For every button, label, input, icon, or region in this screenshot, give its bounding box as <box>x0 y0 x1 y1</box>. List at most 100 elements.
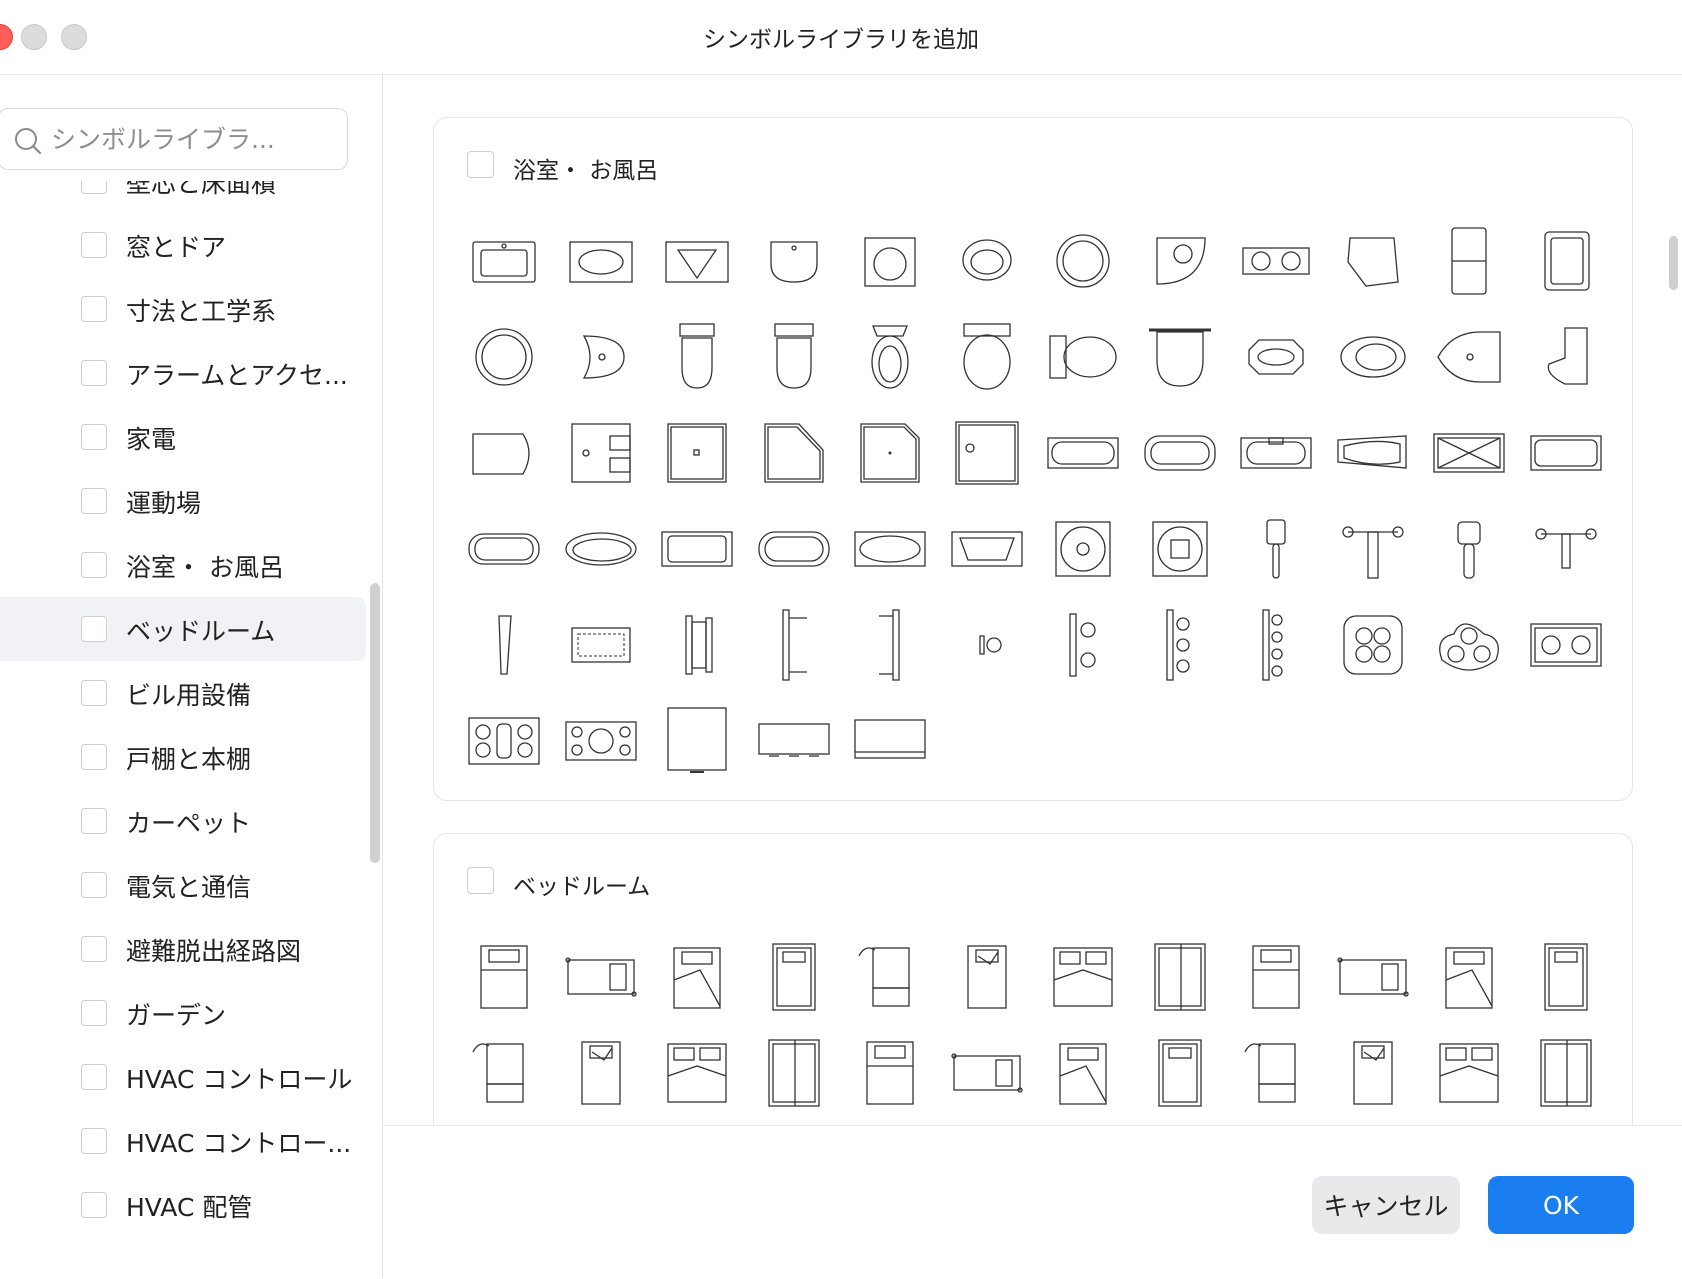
sink-half-round-symbol[interactable] <box>561 317 641 397</box>
bathtub-grid-symbol[interactable] <box>1429 413 1509 493</box>
drain-grid-symbol[interactable] <box>1140 509 1220 589</box>
category-item[interactable]: 窓とドア <box>0 213 366 277</box>
category-checkbox[interactable] <box>81 1128 107 1154</box>
sink-round-small-symbol[interactable] <box>947 221 1027 301</box>
category-checkbox[interactable] <box>81 936 107 962</box>
bed-round-b-symbol[interactable] <box>1526 1033 1606 1113</box>
faucet-single-symbol[interactable] <box>1236 509 1316 589</box>
cancel-button[interactable]: キャンセル <box>1312 1176 1460 1234</box>
shower-head-symbol[interactable] <box>464 605 544 685</box>
bed-desk-symbol[interactable] <box>561 937 641 1017</box>
category-item[interactable]: 浴室・ お風呂 <box>0 533 366 597</box>
category-item[interactable]: 電気と通信 <box>0 853 366 917</box>
sink-square-round-symbol[interactable] <box>850 221 930 301</box>
category-item[interactable]: HVAC コントロー... <box>0 1109 366 1173</box>
tub-oval-symbol[interactable] <box>1333 317 1413 397</box>
shower-pentagon-symbol[interactable] <box>754 413 834 493</box>
hook-double-symbol[interactable] <box>1043 605 1123 685</box>
category-item[interactable]: 運動場 <box>0 469 366 533</box>
bathtub-corner-symbol[interactable] <box>947 509 1027 589</box>
sink-circle-large-symbol[interactable] <box>464 317 544 397</box>
toilet-tank-b-symbol[interactable] <box>754 317 834 397</box>
shower-square-symbol[interactable] <box>657 413 737 493</box>
jacuzzi-quad-symbol[interactable] <box>1333 605 1413 685</box>
bed-bunk-symbol[interactable] <box>1526 937 1606 1017</box>
sink-wall-symbol[interactable] <box>754 221 834 301</box>
sink-double-vertical-symbol[interactable] <box>1429 221 1509 301</box>
sink-double-symbol[interactable] <box>1236 221 1316 301</box>
category-checkbox[interactable] <box>81 1064 107 1090</box>
bed-double-d-symbol[interactable] <box>1429 937 1509 1017</box>
vanity-wide-symbol[interactable] <box>754 701 834 781</box>
tub-boat-symbol[interactable] <box>1429 317 1509 397</box>
category-checkbox[interactable] <box>81 872 107 898</box>
category-checkbox[interactable] <box>81 680 107 706</box>
toilet-tank-symbol[interactable] <box>657 317 737 397</box>
category-checkbox[interactable] <box>81 552 107 578</box>
category-checkbox[interactable] <box>81 1192 107 1218</box>
jacuzzi-triple-symbol[interactable] <box>1429 605 1509 685</box>
towel-bar-short-symbol[interactable] <box>657 605 737 685</box>
bathtub-rect-c-symbol[interactable] <box>657 509 737 589</box>
category-item[interactable]: 寸法と工学系 <box>0 277 366 341</box>
towel-bar-long-symbol[interactable] <box>850 605 930 685</box>
category-checkbox[interactable] <box>81 232 107 258</box>
shower-square-b-symbol[interactable] <box>947 413 1027 493</box>
wardrobe-symbol[interactable] <box>1236 937 1316 1017</box>
bed-single-symbol[interactable] <box>464 937 544 1017</box>
bathtub-curved-symbol[interactable] <box>1333 413 1413 493</box>
mat-symbol[interactable] <box>561 605 641 685</box>
sink-rect-symbol[interactable] <box>464 221 544 301</box>
toilet-side-symbol[interactable] <box>1043 317 1123 397</box>
section-checkbox[interactable] <box>467 867 494 894</box>
bathtub-rounded-symbol[interactable] <box>1140 413 1220 493</box>
category-checkbox[interactable] <box>81 808 107 834</box>
bathtub-oval-d-symbol[interactable] <box>850 509 930 589</box>
search-box[interactable] <box>0 108 348 170</box>
bathtub-rect-symbol[interactable] <box>1043 413 1123 493</box>
jacuzzi-double-symbol[interactable] <box>1526 605 1606 685</box>
toilet-large-symbol[interactable] <box>947 317 1027 397</box>
bed-double-b-symbol[interactable] <box>1140 937 1220 1017</box>
jacuzzi-oval-symbol[interactable] <box>561 701 641 781</box>
sink-round-symbol[interactable] <box>1043 221 1123 301</box>
category-item[interactable]: カーペット <box>0 789 366 853</box>
main-scrollbar[interactable] <box>1669 236 1678 290</box>
bed-single-b-symbol[interactable] <box>657 937 737 1017</box>
ok-button[interactable]: OK <box>1488 1176 1634 1234</box>
category-item[interactable]: ビル用設備 <box>0 661 366 725</box>
sink-triangle-symbol[interactable] <box>657 221 737 301</box>
bed-side-symbol[interactable] <box>754 1033 834 1113</box>
bathtub-oval-c-symbol[interactable] <box>754 509 834 589</box>
drain-flower-symbol[interactable] <box>1043 509 1123 589</box>
sink-corner-symbol[interactable] <box>1140 221 1220 301</box>
search-input[interactable] <box>51 119 331 159</box>
category-item[interactable]: 家電 <box>0 405 366 469</box>
category-item[interactable]: HVAC コントロール <box>0 1045 366 1109</box>
jacuzzi-rect-symbol[interactable] <box>464 701 544 781</box>
vanity-wide-b-symbol[interactable] <box>850 701 930 781</box>
bed-double-c-symbol[interactable] <box>1333 937 1413 1017</box>
category-checkbox[interactable] <box>81 1000 107 1026</box>
hook-triple-symbol[interactable] <box>1140 605 1220 685</box>
category-checkbox[interactable] <box>81 744 107 770</box>
sink-pentagon-symbol[interactable] <box>1333 221 1413 301</box>
bed-double-g-symbol[interactable] <box>657 1033 737 1113</box>
shower-corner-symbol[interactable] <box>850 413 930 493</box>
category-item[interactable]: HVAC 配管 <box>0 1173 366 1237</box>
bed-double-symbol[interactable] <box>1043 937 1123 1017</box>
bed-capsule-symbol[interactable] <box>1236 1033 1316 1113</box>
shower-rect-symbol[interactable] <box>561 413 641 493</box>
category-item[interactable]: 壁芯と床面積 <box>0 181 366 213</box>
category-item[interactable]: ガーデン <box>0 981 366 1045</box>
bed-tv-symbol[interactable] <box>1333 1033 1413 1113</box>
category-checkbox[interactable] <box>81 296 107 322</box>
bathtub-round-end-symbol[interactable] <box>1236 413 1316 493</box>
category-item[interactable]: 避難脱出経路図 <box>0 917 366 981</box>
category-checkbox[interactable] <box>81 616 107 642</box>
category-checkbox[interactable] <box>81 424 107 450</box>
bed-single-d-symbol[interactable] <box>947 937 1027 1017</box>
tub-oval-octagon-symbol[interactable] <box>1236 317 1316 397</box>
urinal-symbol[interactable] <box>1526 317 1606 397</box>
bed-side-d-symbol[interactable] <box>1043 1033 1123 1113</box>
